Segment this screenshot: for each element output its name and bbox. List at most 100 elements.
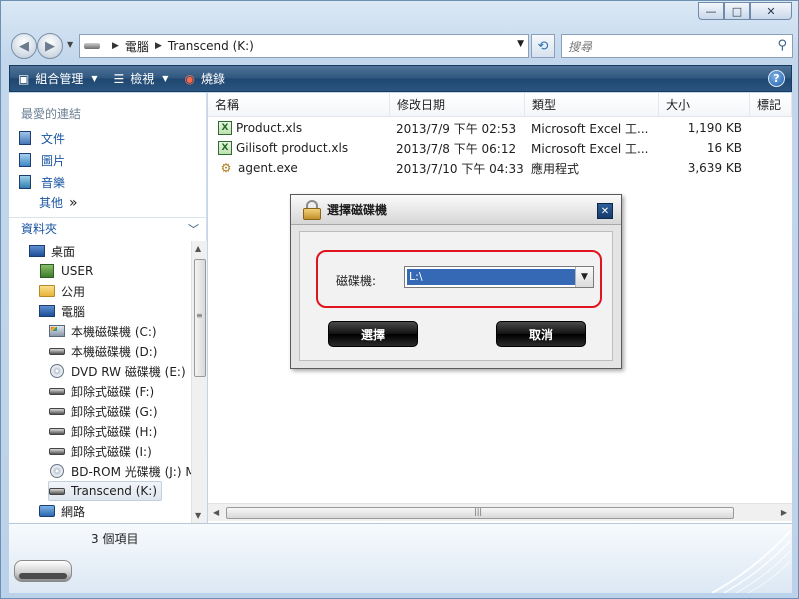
close-button[interactable]: ✕ [750,2,792,20]
arrow-right-icon: ▶ [45,38,55,54]
chevron-down-icon: ﹀ [188,223,199,236]
favorite-documents[interactable]: 文件 [17,128,65,148]
bd-rom-icon [49,464,65,478]
column-header-name[interactable]: 名稱 [208,93,390,117]
burn-button[interactable]: ◉ 燒錄 [176,66,233,91]
tree-item-drive-d[interactable]: 本機磁碟機 (D:) [49,341,157,361]
tree-item-drive-k[interactable]: Transcend (K:) [48,481,163,501]
navigation-pane: 最愛的連結 文件 圖片 音樂 其他 » 資料夾 ﹀ 桌面 USER 公用 電腦 … [9,93,207,523]
pictures-icon [17,152,33,168]
music-icon [17,174,33,190]
select-drive-dialog: 選擇磁碟機 ✕ 磁碟機: L:\ ▼ 選擇 取消 [290,194,622,369]
excel-file-icon: X [218,121,232,135]
caption-buttons: — □ ✕ [698,2,792,20]
breadcrumb-computer[interactable]: 電腦 [125,38,149,55]
tree-item-desktop[interactable]: 桌面 [29,241,75,261]
list-horizontal-scrollbar[interactable]: ◀ ||| ▶ [208,503,792,521]
excel-file-icon: X [218,141,232,155]
recent-pages-dropdown[interactable]: ▼ [67,40,73,49]
chevron-down-icon: ▼ [162,74,169,83]
file-size: 3,639 KB [687,161,742,175]
drive-label: 磁碟機: [336,274,377,288]
help-button[interactable]: ? [768,70,785,87]
tree-scrollbar[interactable]: ▲ ≡ ▼ [191,241,207,523]
tree-item-drive-f[interactable]: 卸除式磁碟 (F:) [49,381,154,401]
column-header-date[interactable]: 修改日期 [390,93,525,117]
select-button[interactable]: 選擇 [328,321,418,347]
desktop-icon [29,244,45,258]
decorative-swoosh-icon [711,530,791,593]
file-size: 16 KB [706,141,742,155]
favorite-music[interactable]: 音樂 [17,172,65,192]
column-header-tags[interactable]: 標記 [750,93,792,117]
file-type: 應用程式 [531,161,580,176]
dialog-title: 選擇磁碟機 [327,203,388,217]
address-bar[interactable]: ▶ 電腦 ▶ Transcend (K:) ▼ [79,34,529,58]
favorite-more[interactable]: 其他 » [39,194,78,211]
file-row[interactable]: X Product.xls 2013/7/9 下午 02:53 Microsof… [208,118,792,138]
tree-item-drive-g[interactable]: 卸除式磁碟 (G:) [49,401,158,421]
tree-item-drive-j[interactable]: BD-ROM 光碟機 (J:) M [49,461,191,481]
removable-drive-icon [14,560,72,582]
item-count: 3 個項目 [91,532,139,546]
drive-icon [49,484,65,498]
computer-icon [39,304,55,318]
breadcrumb-chevron-icon[interactable]: ▶ [112,41,119,51]
grip-icon: ||| [474,507,483,516]
search-icon[interactable]: ⚲ [777,38,787,53]
file-row[interactable]: ⚙ agent.exe 2013/7/10 下午 04:33 應用程式 3,63… [208,158,792,178]
column-header-size[interactable]: 大小 [659,93,750,117]
removable-drive-icon [49,444,65,458]
drive-icon [84,43,100,49]
scroll-right-icon[interactable]: ▶ [781,508,787,517]
tree-item-drive-e[interactable]: DVD RW 磁碟機 (E:) [49,361,186,381]
chevron-down-icon[interactable]: ▼ [575,267,593,287]
back-button[interactable]: ◀ [11,33,37,59]
views-button[interactable]: ☰ 檢視 ▼ [106,66,177,91]
folders-header[interactable]: 資料夾 ﹀ [9,217,207,239]
address-dropdown-icon[interactable]: ▼ [517,39,524,49]
file-name: Gilisoft product.xls [236,141,349,155]
drive-select[interactable]: L:\ ▼ [404,266,594,288]
file-date: 2013/7/10 下午 04:33 [396,161,524,176]
tree-item-computer[interactable]: 電腦 [39,301,85,321]
executable-file-icon: ⚙ [220,161,232,175]
scroll-up-icon[interactable]: ▲ [195,244,201,253]
dvd-drive-icon [49,364,65,378]
maximize-button[interactable]: □ [724,2,750,20]
user-folder-icon [39,264,55,278]
scroll-left-icon[interactable]: ◀ [213,508,219,517]
search-input[interactable]: 搜尋 ⚲ [561,34,793,58]
removable-drive-icon [49,404,65,418]
tree-item-public[interactable]: 公用 [39,281,85,301]
breadcrumb-current-drive[interactable]: Transcend (K:) [168,39,254,53]
views-icon: ☰ [113,71,125,86]
file-date: 2013/7/8 下午 06:12 [396,141,517,156]
favorite-pictures[interactable]: 圖片 [17,150,65,170]
tree-item-drive-c[interactable]: 本機磁碟機 (C:) [49,321,157,341]
folder-icon [39,284,55,298]
lock-icon [303,200,321,220]
dialog-close-button[interactable]: ✕ [597,203,613,219]
selected-drive-value: L:\ [407,269,575,285]
column-header-type[interactable]: 類型 [525,93,659,117]
file-size: 1,190 KB [687,121,742,135]
file-name: Product.xls [236,121,303,135]
dialog-title-bar[interactable]: 選擇磁碟機 ✕ [291,195,621,225]
documents-icon [17,130,33,146]
removable-drive-icon [49,424,65,438]
organize-icon: ▣ [18,71,30,86]
tree-item-network[interactable]: 網路 [39,501,85,521]
scroll-down-icon[interactable]: ▼ [195,511,201,520]
cancel-button[interactable]: 取消 [496,321,586,347]
system-drive-icon [49,324,65,338]
tree-item-user[interactable]: USER [39,261,93,281]
forward-button[interactable]: ▶ [37,33,63,59]
organize-button[interactable]: ▣ 組合管理 ▼ [10,66,106,91]
breadcrumb-chevron-icon[interactable]: ▶ [155,41,162,51]
tree-item-drive-h[interactable]: 卸除式磁碟 (H:) [49,421,157,441]
file-row[interactable]: X Gilisoft product.xls 2013/7/8 下午 06:12… [208,138,792,158]
minimize-button[interactable]: — [698,2,724,20]
tree-item-drive-i[interactable]: 卸除式磁碟 (I:) [49,441,152,461]
refresh-button[interactable]: ⟲ [531,34,555,58]
